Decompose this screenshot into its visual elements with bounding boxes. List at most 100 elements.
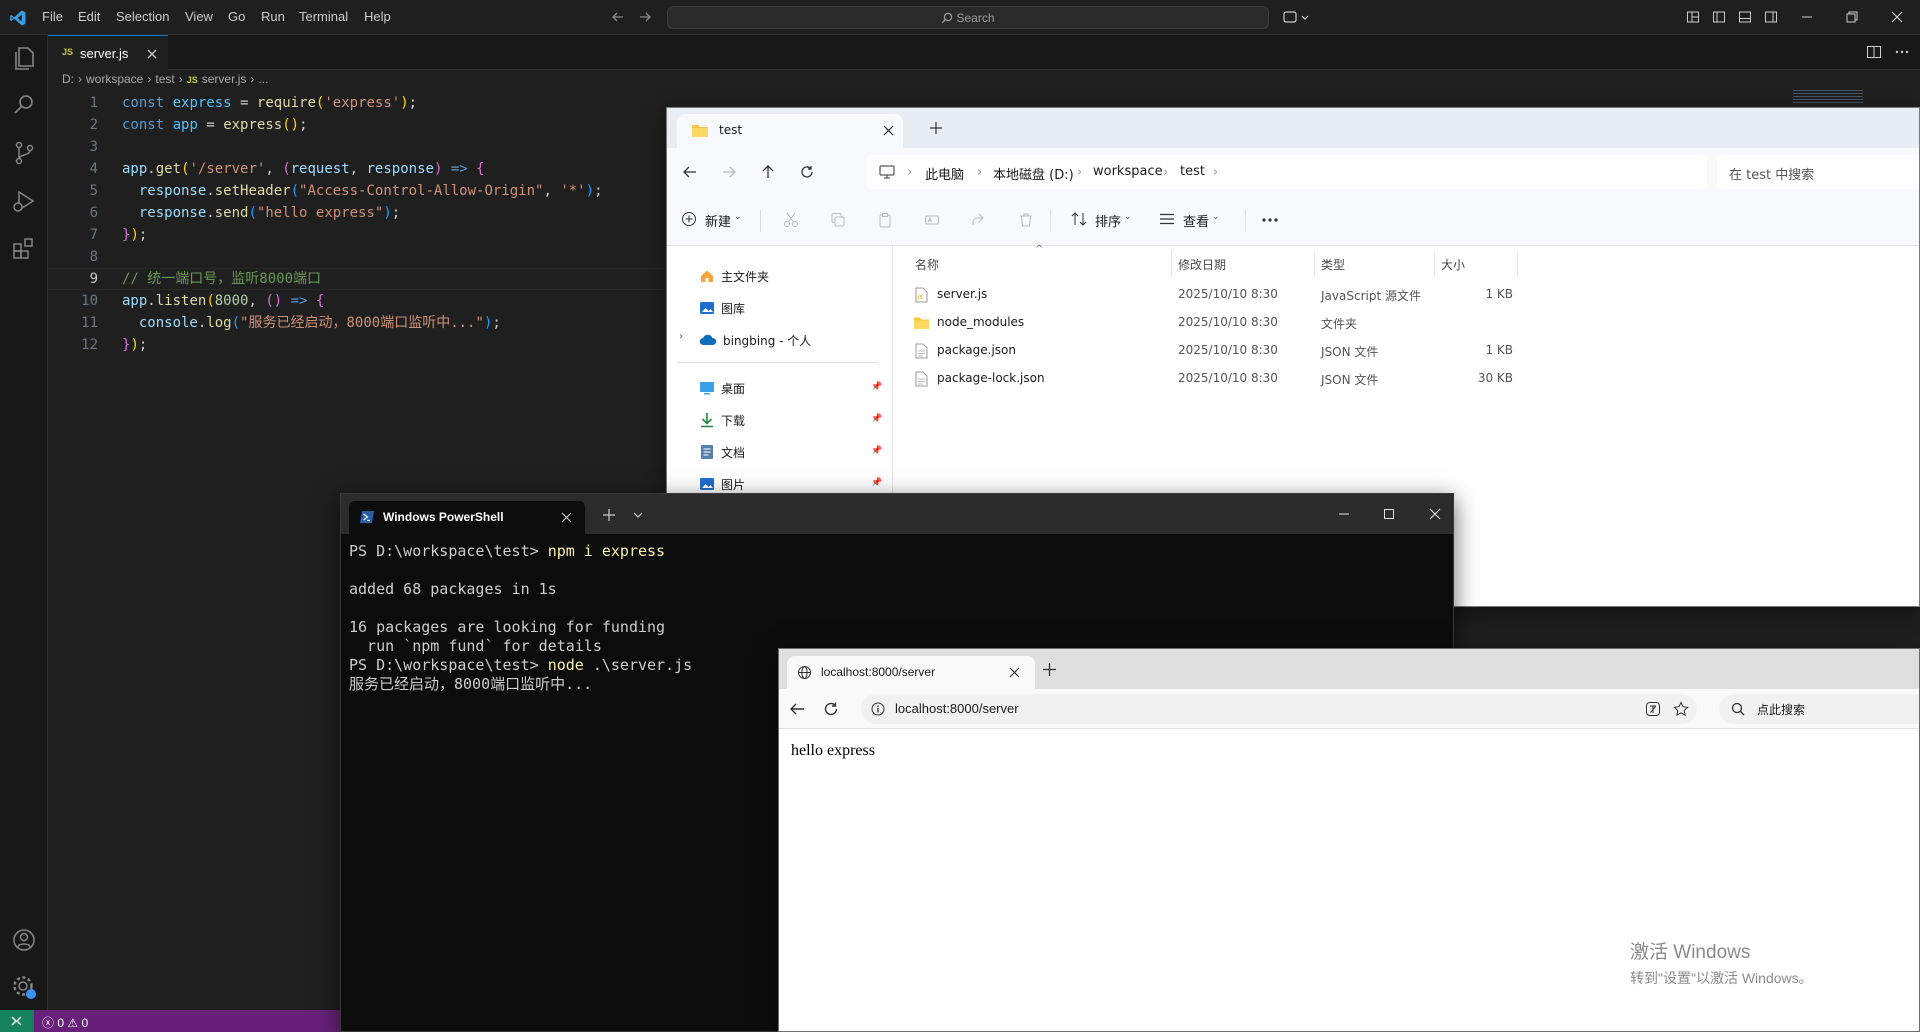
terminal-tab[interactable]: Windows PowerShell <box>349 501 585 534</box>
toggle-panel-icon[interactable] <box>1738 10 1752 24</box>
sidebar-item-onedrive[interactable]: › bingbing - 个人 <box>667 326 887 354</box>
explorer-search-box[interactable]: 在 test 中搜索 <box>1717 155 1919 189</box>
breadcrumb-test[interactable]: test <box>155 72 174 86</box>
translate-icon[interactable] <box>1645 701 1661 717</box>
remote-indicator[interactable] <box>0 1010 34 1032</box>
copilot-icon[interactable] <box>1282 9 1310 25</box>
file-row[interactable]: package-lock.json 2025/10/10 8:30 JSON 文… <box>893 365 1893 393</box>
pin-icon[interactable]: 📌 <box>871 382 882 392</box>
column-header-name[interactable]: 名称 <box>915 256 939 273</box>
breadcrumb-file[interactable]: server.js <box>202 72 247 86</box>
rename-icon[interactable] <box>924 212 940 228</box>
file-row[interactable]: node_modules 2025/10/10 8:30 文件夹 <box>893 309 1893 337</box>
command-center-search[interactable]: Search <box>667 6 1269 29</box>
more-actions-icon[interactable] <box>1894 45 1910 59</box>
site-info-icon[interactable] <box>871 702 885 716</box>
menu-file[interactable]: File <box>42 9 63 24</box>
menu-edit[interactable]: Edit <box>78 9 100 24</box>
menu-run[interactable]: Run <box>261 9 285 24</box>
sidebar-item-home[interactable]: 主文件夹 <box>667 262 887 290</box>
manage-gear-icon[interactable] <box>10 973 38 1001</box>
dropdown-chevron-icon[interactable] <box>633 511 643 519</box>
customize-layout-icon[interactable] <box>1686 10 1700 24</box>
maximize-icon[interactable] <box>1383 508 1395 520</box>
explorer-tab-test[interactable]: test <box>677 114 903 148</box>
explorer-address-bar[interactable]: › 此电脑 › 本地磁盘 (D:) › workspace › test › <box>867 155 1707 189</box>
sidebar-item-desktop[interactable]: 桌面 📌 <box>667 374 887 402</box>
close-icon[interactable] <box>1429 508 1441 520</box>
explorer-files-icon[interactable] <box>10 43 38 71</box>
pin-icon[interactable]: 📌 <box>871 446 882 456</box>
breadcrumb-drive[interactable]: D: <box>62 72 74 86</box>
tab-close-icon[interactable] <box>883 125 894 136</box>
forward-arrow-icon[interactable] <box>722 165 736 179</box>
source-control-icon[interactable] <box>10 139 38 167</box>
address-this-pc[interactable]: 此电脑 <box>925 164 964 183</box>
file-row[interactable]: JS server.js 2025/10/10 8:30 JavaScript … <box>893 281 1893 309</box>
minimize-icon[interactable] <box>1338 508 1350 520</box>
column-header-size[interactable]: 大小 <box>1441 256 1465 273</box>
split-editor-icon[interactable] <box>1866 45 1882 59</box>
tab-close-icon[interactable] <box>146 48 158 60</box>
breadcrumb-workspace[interactable]: workspace <box>86 72 143 86</box>
column-header-date[interactable]: 修改日期 <box>1178 256 1226 273</box>
sidebar-item-gallery[interactable]: 图库 <box>667 294 887 322</box>
address-bar[interactable]: localhost:8000/server <box>861 694 1697 724</box>
terminal-line: PS D:\workspace\test> npm i express <box>349 542 666 560</box>
minimize-icon[interactable] <box>1800 10 1814 24</box>
tab-close-icon[interactable] <box>1009 667 1020 678</box>
sidebar-item-downloads[interactable]: 下载 📌 <box>667 406 887 434</box>
file-row[interactable]: package.json 2025/10/10 8:30 JSON 文件 1 K… <box>893 337 1893 365</box>
back-arrow-icon[interactable] <box>683 165 697 179</box>
column-header-type[interactable]: 类型 <box>1321 256 1345 273</box>
copy-icon[interactable] <box>830 212 846 228</box>
new-tab-plus-icon[interactable] <box>603 509 615 521</box>
more-options-icon[interactable] <box>1261 217 1279 223</box>
restore-icon[interactable] <box>1845 10 1859 24</box>
menu-view[interactable]: View <box>185 9 213 24</box>
breadcrumb-symbol[interactable]: ... <box>258 72 268 86</box>
address-drive-d[interactable]: 本地磁盘 (D:) <box>993 164 1074 183</box>
favorite-star-icon[interactable] <box>1673 701 1689 717</box>
reload-icon[interactable] <box>823 701 839 717</box>
minimap[interactable] <box>1793 90 1863 104</box>
account-icon[interactable] <box>10 926 38 954</box>
pin-icon[interactable]: 📌 <box>871 414 882 424</box>
up-arrow-icon[interactable] <box>761 165 775 179</box>
browser-search-box[interactable]: 点此搜索 <box>1719 694 1919 724</box>
paste-icon[interactable] <box>877 212 893 228</box>
extensions-icon[interactable] <box>10 235 38 263</box>
search-icon[interactable] <box>10 91 38 119</box>
address-test[interactable]: test <box>1180 164 1205 179</box>
back-arrow-icon[interactable] <box>611 10 625 24</box>
code-line-9: // 统一端口号，监听8000端口 <box>122 271 322 287</box>
new-tab-plus-icon[interactable] <box>1043 663 1056 676</box>
menu-terminal[interactable]: Terminal <box>299 9 348 24</box>
delete-icon[interactable] <box>1018 212 1034 228</box>
sidebar-label: bingbing - 个人 <box>723 334 812 348</box>
browser-tab[interactable]: localhost:8000/server <box>787 656 1035 689</box>
error-count: 0 <box>57 1016 65 1030</box>
menu-selection[interactable]: Selection <box>116 9 169 24</box>
close-icon[interactable] <box>1890 10 1904 24</box>
share-icon[interactable] <box>971 212 987 228</box>
cut-icon[interactable] <box>783 212 799 228</box>
toggle-sidebar-icon[interactable] <box>1712 10 1726 24</box>
sidebar-item-documents[interactable]: 文档 📌 <box>667 438 887 466</box>
toggle-secondary-sidebar-icon[interactable] <box>1764 10 1778 24</box>
new-tab-plus-icon[interactable] <box>930 122 942 134</box>
tab-close-icon[interactable] <box>561 512 572 523</box>
back-arrow-icon[interactable] <box>789 702 805 716</box>
address-workspace[interactable]: workspace <box>1093 164 1163 179</box>
line-number: 3 <box>89 139 98 155</box>
pin-icon[interactable]: 📌 <box>871 478 882 488</box>
refresh-icon[interactable] <box>800 165 814 179</box>
expand-chevron-icon[interactable]: › <box>679 331 683 342</box>
menu-go[interactable]: Go <box>228 9 245 24</box>
run-debug-icon[interactable] <box>10 187 38 215</box>
menu-help[interactable]: Help <box>364 9 391 24</box>
forward-arrow-icon[interactable] <box>638 10 652 24</box>
problems-indicator[interactable]: ⓧ 0 ⚠ 0 <box>42 1014 88 1031</box>
warning-count: 0 <box>81 1016 89 1030</box>
tab-server-js[interactable]: JS server.js <box>48 35 168 70</box>
